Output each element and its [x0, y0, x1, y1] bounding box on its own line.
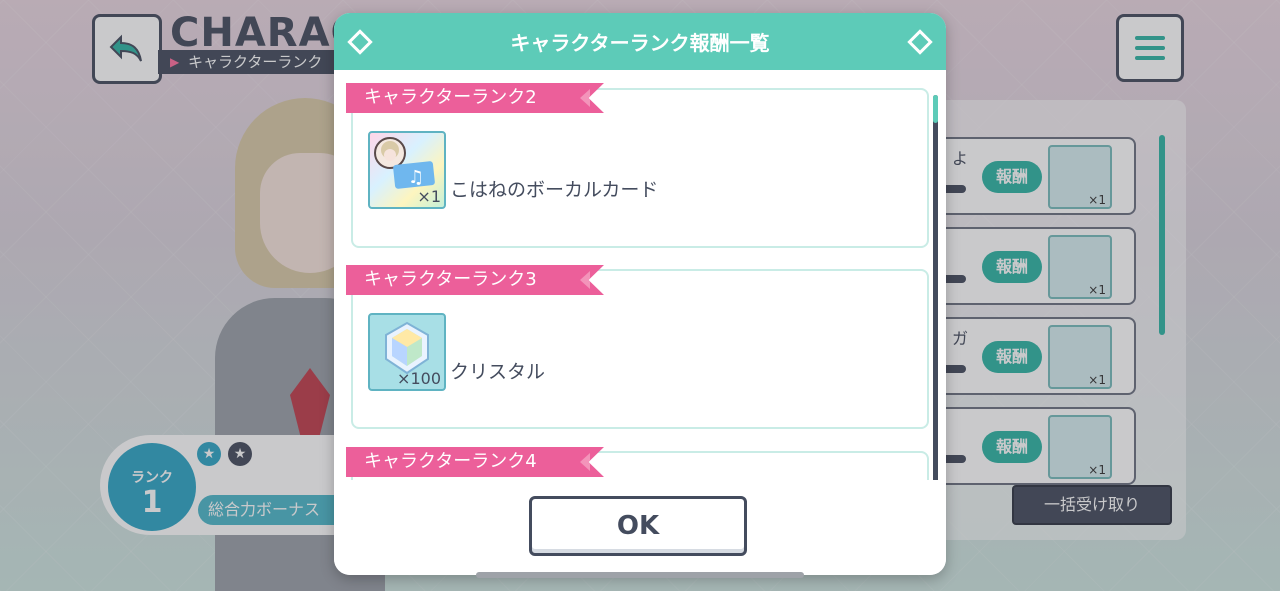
dialog-footer: OK: [334, 480, 946, 575]
reward-list[interactable]: キャラクターランク2 ♫ ×1 こはねのボーカルカード キャラクターランク3 ×…: [334, 70, 946, 480]
item-count: ×100: [397, 369, 441, 388]
list-scrollbar[interactable]: [933, 95, 938, 485]
rank-header: キャラクターランク2: [346, 83, 604, 113]
svg-text:♫: ♫: [408, 167, 424, 188]
vocal-card-icon[interactable]: ♫ ×1: [368, 131, 446, 209]
ok-button[interactable]: OK: [529, 496, 747, 556]
item-count: ×1: [417, 187, 441, 206]
dialog-header: キャラクターランク報酬一覧: [334, 13, 946, 70]
crystal-icon[interactable]: ×100: [368, 313, 446, 391]
item-name: こはねのボーカルカード: [450, 179, 659, 201]
ok-button-label: OK: [616, 511, 660, 541]
rank-header: キャラクターランク4: [346, 447, 604, 477]
home-indicator[interactable]: [476, 572, 804, 578]
rank-header: キャラクターランク3: [346, 265, 604, 295]
item-name: クリスタル: [450, 361, 546, 383]
list-scrollbar-thumb[interactable]: [933, 95, 938, 123]
dialog-title: キャラクターランク報酬一覧: [510, 31, 770, 55]
rank-rewards-dialog: キャラクターランク報酬一覧 キャラクターランク2 ♫ ×1 こはねのボーカルカー…: [334, 13, 946, 575]
